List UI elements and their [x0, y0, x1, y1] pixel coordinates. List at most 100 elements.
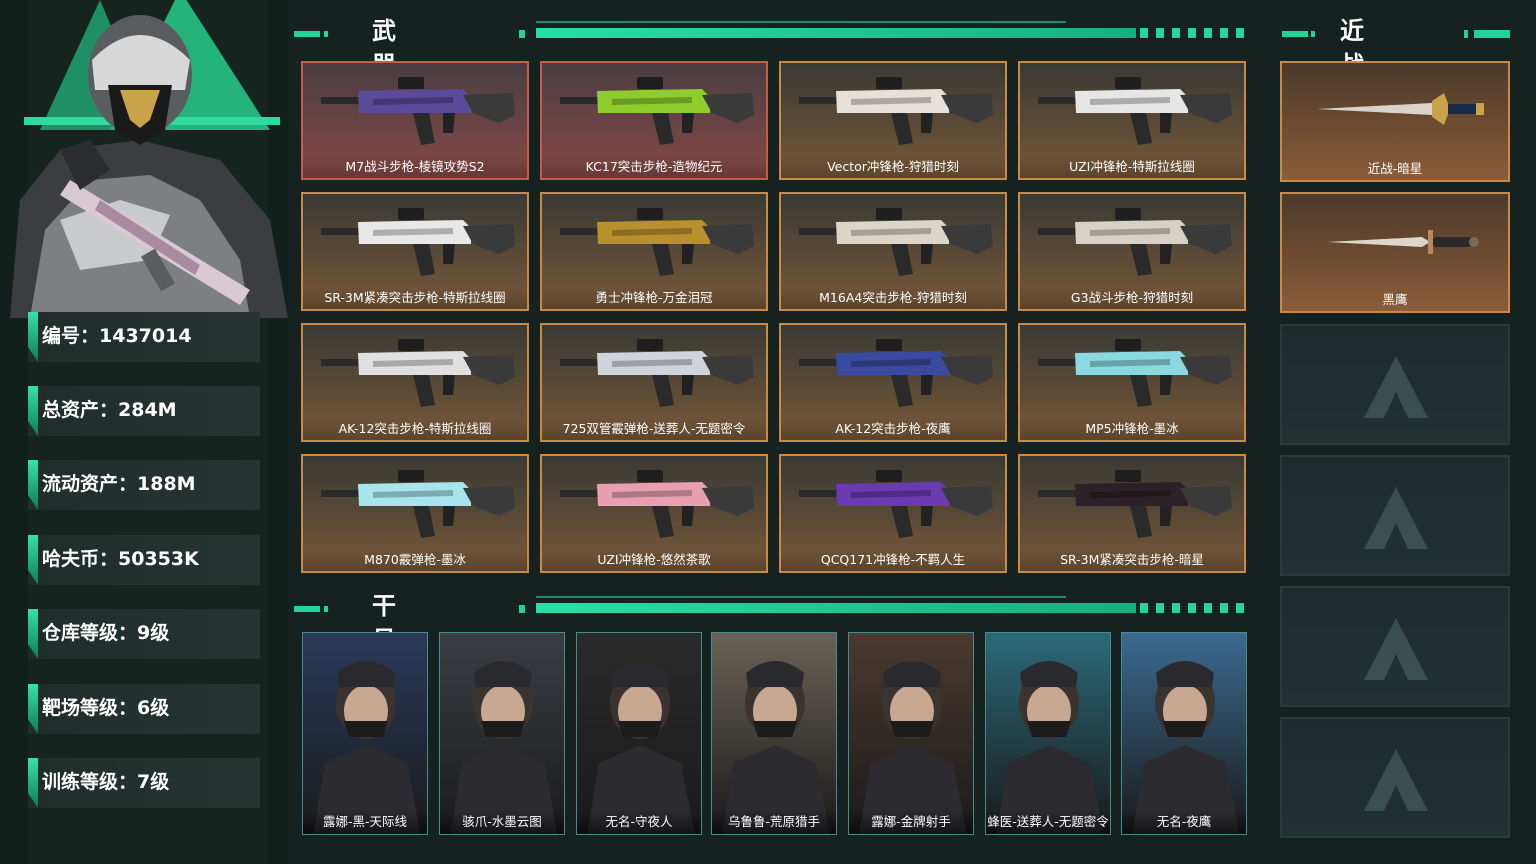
operator-name: 无名-守夜人 — [577, 810, 701, 834]
header-dash — [519, 605, 525, 613]
weapon-name: SR-3M紧凑突击步枪-暗星 — [1020, 549, 1244, 571]
operator-portrait-icon — [1132, 661, 1240, 834]
weapon-card[interactable]: G3战斗步枪-狩猎时刻 — [1018, 192, 1246, 311]
operator-name: 露娜-金牌射手 — [849, 810, 973, 834]
weapon-image-icon — [560, 470, 754, 538]
weapon-name: QCQ171冲锋枪-不羁人生 — [781, 549, 1005, 571]
operator-card[interactable]: 露娜-黑-天际线 — [302, 632, 428, 835]
weapon-name: UZI冲锋枪-悠然茶歌 — [542, 549, 766, 571]
weapon-image-icon — [799, 339, 993, 407]
weapon-card[interactable]: UZI冲锋枪-悠然茶歌 — [540, 454, 768, 573]
weapon-card[interactable]: AK-12突击步枪-特斯拉线圈 — [301, 323, 529, 442]
melee-card[interactable]: 近战-暗星 — [1280, 61, 1510, 182]
header-long-bar — [536, 28, 1136, 38]
operator-card[interactable]: 骇爪-水墨云图 — [439, 632, 565, 835]
weapon-name: AK-12突击步枪-特斯拉线圈 — [303, 418, 527, 440]
melee-card[interactable]: 黑鹰 — [1280, 192, 1510, 313]
operator-card[interactable]: 蜂医-送葬人-无题密令 — [985, 632, 1111, 835]
weapon-card[interactable]: M870霰弹枪-墨冰 — [301, 454, 529, 573]
weapon-name: Vector冲锋枪-狩猎时刻 — [781, 156, 1005, 178]
operator-portrait-icon — [859, 661, 967, 834]
stat-accent — [28, 758, 38, 808]
placeholder-logo-icon — [1364, 487, 1428, 549]
stat-accent — [28, 684, 38, 734]
stat-accent — [28, 460, 38, 510]
header-dash — [324, 31, 328, 37]
profile-panel: 编号：1437014 总资产：284M 流动资产：188M 哈夫币：50353K… — [0, 0, 288, 864]
header-dash — [324, 606, 328, 612]
stat-accent — [28, 609, 38, 659]
operator-portrait-icon — [996, 661, 1104, 834]
operator-figure — [10, 15, 288, 318]
knife-icon — [1327, 230, 1479, 254]
weapon-card[interactable]: AK-12突击步枪-夜鹰 — [779, 323, 1007, 442]
weapon-image-icon — [799, 470, 993, 538]
header-dash — [519, 30, 525, 38]
operator-card[interactable]: 乌鲁鲁-荒原猎手 — [711, 632, 837, 835]
weapon-card[interactable]: 勇士冲锋枪-万金泪冠 — [540, 192, 768, 311]
weapon-image-icon — [560, 77, 754, 145]
stat-liquid-assets-text: 流动资产：188M — [42, 473, 196, 495]
stat-range-level-text: 靶场等级：6级 — [42, 697, 170, 719]
weapon-card[interactable]: Vector冲锋枪-狩猎时刻 — [779, 61, 1007, 180]
header-dash — [1311, 31, 1315, 37]
stat-range-level: 靶场等级：6级 — [28, 684, 260, 734]
operator-name: 蜂医-送葬人-无题密令 — [986, 810, 1110, 834]
stat-total-assets: 总资产：284M — [28, 386, 260, 436]
weapon-card[interactable]: M7战斗步枪-棱镜攻势S2 — [301, 61, 529, 180]
header-thin-line — [536, 21, 1066, 23]
operator-name: 乌鲁鲁-荒原猎手 — [712, 810, 836, 834]
stat-accent — [28, 386, 38, 436]
weapon-card[interactable]: KC17突击步枪-造物纪元 — [540, 61, 768, 180]
melee-empty-slot[interactable] — [1280, 586, 1510, 707]
weapon-name: M870霰弹枪-墨冰 — [303, 549, 527, 571]
weapon-card[interactable]: 725双管霰弹枪-送葬人-无题密令 — [540, 323, 768, 442]
operator-portrait-icon — [722, 661, 830, 834]
operator-card[interactable]: 无名-夜鹰 — [1121, 632, 1247, 835]
stat-id: 编号：1437014 — [28, 312, 260, 362]
weapon-name: UZI冲锋枪-特斯拉线圈 — [1020, 156, 1244, 178]
melee-empty-slot[interactable] — [1280, 455, 1510, 576]
operator-portrait-icon — [587, 661, 695, 834]
weapon-card[interactable]: QCQ171冲锋枪-不羁人生 — [779, 454, 1007, 573]
weapon-name: AK-12突击步枪-夜鹰 — [781, 418, 1005, 440]
stat-warehouse-level-text: 仓库等级：9级 — [42, 622, 170, 644]
weapon-image-icon — [560, 208, 754, 276]
weapon-card[interactable]: MP5冲锋枪-墨冰 — [1018, 323, 1246, 442]
header-dash — [1474, 30, 1510, 38]
header-long-bar — [536, 603, 1136, 613]
weapon-card[interactable]: M16A4突击步枪-狩猎时刻 — [779, 192, 1007, 311]
stat-training-level: 训练等级：7级 — [28, 758, 260, 808]
header-checker — [1140, 28, 1246, 38]
operator-portrait-icon — [450, 661, 558, 834]
header-checker — [1140, 603, 1246, 613]
weapon-card[interactable]: SR-3M紧凑突击步枪-特斯拉线圈 — [301, 192, 529, 311]
operator-portrait-icon — [313, 661, 421, 834]
stat-training-level-text: 训练等级：7级 — [42, 771, 170, 793]
weapon-image-icon — [1038, 208, 1232, 276]
operator-card[interactable]: 无名-守夜人 — [576, 632, 702, 835]
stat-accent — [28, 535, 38, 585]
weapon-image-icon — [799, 208, 993, 276]
melee-empty-slot[interactable] — [1280, 324, 1510, 445]
stat-id-text: 编号：1437014 — [42, 325, 192, 347]
header-thin-line — [536, 596, 1066, 598]
melee-name: 近战-暗星 — [1367, 161, 1423, 176]
melee-name: 黑鹰 — [1382, 292, 1408, 307]
placeholder-logo-icon — [1364, 749, 1428, 811]
weapon-card[interactable]: UZI冲锋枪-特斯拉线圈 — [1018, 61, 1246, 180]
header-dash — [1464, 30, 1468, 38]
header-dash — [294, 606, 320, 612]
weapon-name: M16A4突击步枪-狩猎时刻 — [781, 287, 1005, 309]
operator-card[interactable]: 露娜-金牌射手 — [848, 632, 974, 835]
weapon-name: G3战斗步枪-狩猎时刻 — [1020, 287, 1244, 309]
weapon-card[interactable]: SR-3M紧凑突击步枪-暗星 — [1018, 454, 1246, 573]
melee-empty-slot[interactable] — [1280, 717, 1510, 838]
operator-name: 露娜-黑-天际线 — [303, 810, 427, 834]
stat-accent — [28, 312, 38, 362]
operator-portrait — [0, 0, 288, 318]
operator-name: 无名-夜鹰 — [1122, 810, 1246, 834]
weapon-image-icon — [799, 77, 993, 145]
stat-liquid-assets: 流动资产：188M — [28, 460, 260, 510]
weapon-image-icon — [321, 208, 515, 276]
